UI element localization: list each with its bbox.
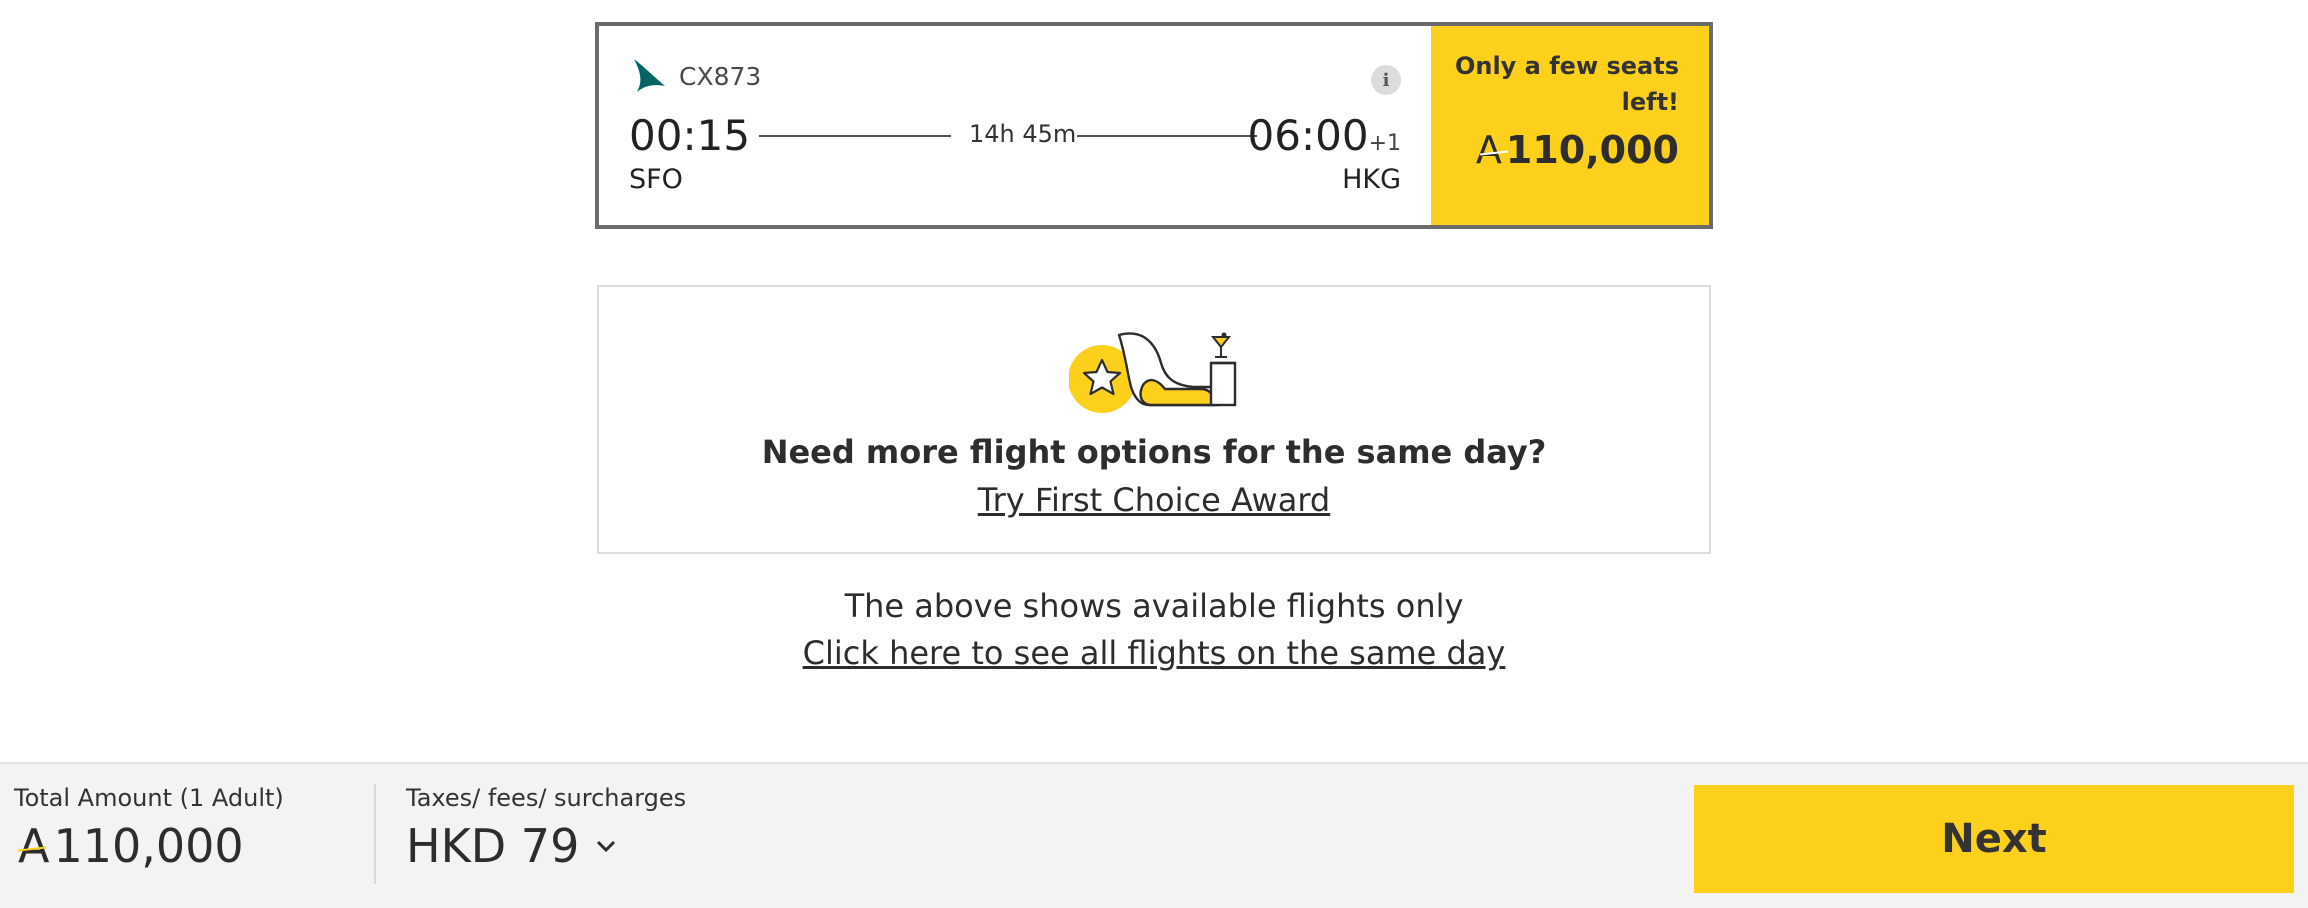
flight-result-card[interactable]: CX873 i 00:15 SFO 14h 45m 06:00+1 HKG On… [595,22,1713,229]
asia-miles-icon: A [1476,128,1508,172]
airline-info: CX873 [631,56,761,96]
price-panel[interactable]: Only a few seats left! A 110,000 [1431,26,1709,225]
flight-details: CX873 i 00:15 SFO 14h 45m 06:00+1 HKG [599,26,1431,225]
arrival-day-offset: +1 [1368,131,1401,156]
route-line-left [759,135,951,137]
seat-star-illustration-icon [1069,332,1237,413]
departure-time: 00:15 [629,111,751,160]
asia-miles-icon: A [17,819,50,873]
flight-duration: 14h 45m [969,120,1077,148]
flight-price-value: 110,000 [1505,128,1679,172]
total-amount-label: Total Amount (1 Adult) [14,784,284,812]
arrival-airport: HKG [1342,164,1401,195]
flight-price: A 110,000 [1451,128,1679,172]
chevron-down-icon [597,840,616,853]
summary-divider [374,784,376,884]
taxes-dropdown[interactable]: HKD 79 [406,819,617,873]
flight-number: CX873 [679,61,762,91]
departure-airport: SFO [629,164,683,195]
available-flights-note: The above shows available flights only [844,587,1464,625]
total-amount: A 110,000 [17,819,244,873]
taxes-label: Taxes/ fees/ surcharges [406,784,687,812]
arrival-time-value: 06:00 [1247,111,1369,160]
see-all-flights-link[interactable]: Click here to see all flights on the sam… [0,634,2308,672]
cathay-pacific-logo-icon [634,59,665,92]
try-first-choice-award-link[interactable]: Try First Choice Award [599,481,1709,519]
arrival-time: 06:00+1 [1248,111,1401,160]
first-choice-title: Need more flight options for the same da… [761,433,1547,471]
taxes-amount: HKD 79 [406,819,580,873]
seat-availability-note: Only a few seats left! [1454,52,1679,116]
info-icon[interactable]: i [1371,65,1401,95]
total-amount-value: 110,000 [53,819,244,873]
first-choice-award-card: Need more flight options for the same da… [597,285,1711,554]
route-line-right [1077,135,1257,137]
booking-summary-bar: Total Amount (1 Adult) A 110,000 Taxes/ … [0,762,2308,908]
page: CX873 i 00:15 SFO 14h 45m 06:00+1 HKG On… [0,0,2308,908]
next-button[interactable]: Next [1694,785,2294,893]
